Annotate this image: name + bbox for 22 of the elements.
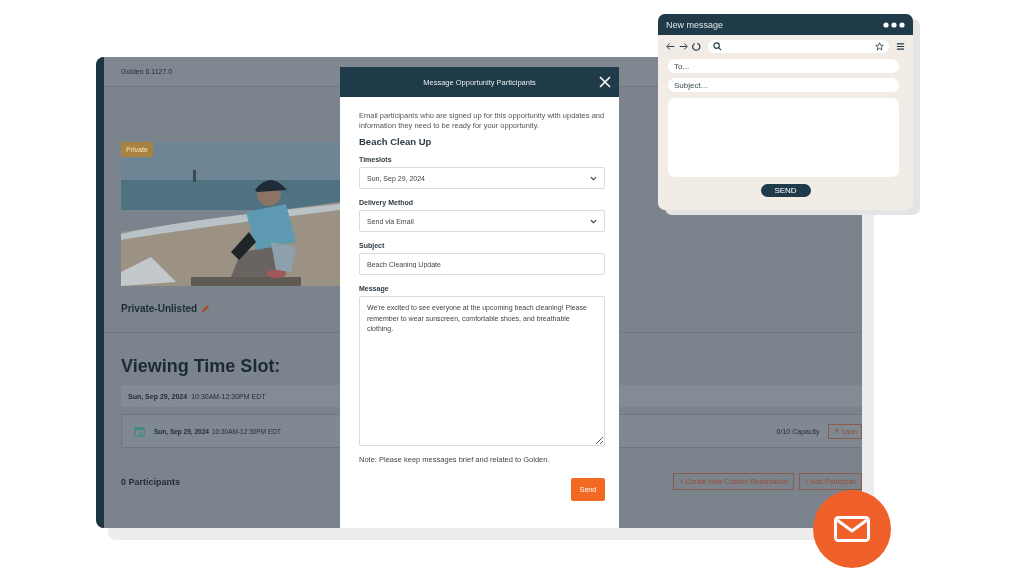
menu-icon[interactable] [896,41,905,51]
forward-icon[interactable] [679,41,688,51]
mail-title: New message [666,19,725,30]
participants-count: 0 Participants [121,476,181,487]
star-icon[interactable] [875,41,884,51]
close-icon[interactable] [598,75,612,89]
more-icon[interactable] [883,21,905,28]
search-icon [713,41,722,51]
visibility-label: Private-Unlisted [121,303,198,314]
subject-field[interactable]: Subject... [668,78,899,92]
chevron-down-icon [590,218,597,224]
to-field[interactable]: To... [668,59,899,73]
chevron-down-icon [590,175,597,181]
calendar-icon [134,425,145,437]
back-icon[interactable] [666,41,675,51]
reload-icon[interactable] [692,41,701,51]
message-field[interactable] [668,98,899,177]
envelope-icon [834,516,870,542]
arrow-icon [833,428,840,434]
send-button[interactable]: SEND [760,184,811,197]
opportunity-title: Beach Clean Up [359,136,433,147]
section-heading: Viewing Time Slot: [121,356,282,377]
